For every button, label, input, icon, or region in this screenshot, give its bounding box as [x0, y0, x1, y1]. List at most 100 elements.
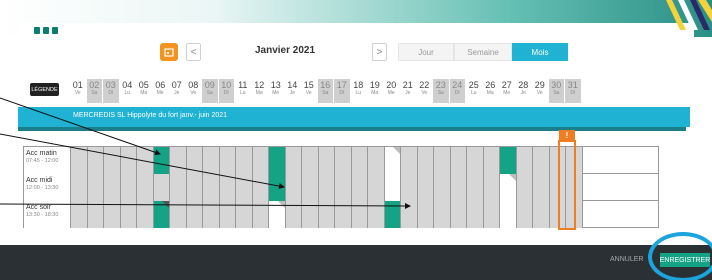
slot-cell[interactable] [335, 201, 352, 228]
slot-cell[interactable] [170, 174, 187, 201]
slot-cell[interactable] [87, 147, 104, 174]
slot-cell[interactable] [120, 147, 137, 174]
slot-cell[interactable] [516, 201, 533, 228]
slot-cell[interactable] [401, 174, 418, 201]
slot-cell[interactable] [318, 201, 335, 228]
day-header-cell: 06 Me [153, 79, 169, 103]
slot-cell[interactable] [236, 174, 253, 201]
slot-cell[interactable] [170, 147, 187, 174]
slot-cell[interactable] [104, 174, 121, 201]
slot-cell[interactable] [71, 147, 88, 174]
slot-cell[interactable] [450, 174, 467, 201]
view-month-tab[interactable]: Mois [512, 43, 568, 61]
slot-cell[interactable] [219, 147, 236, 174]
slot-cell[interactable] [269, 201, 286, 228]
slot-cell[interactable] [335, 147, 352, 174]
slot-cell[interactable] [302, 147, 319, 174]
slot-cell[interactable] [203, 201, 220, 228]
slot-cell[interactable] [351, 174, 368, 201]
day-weekday: Ma [255, 90, 263, 96]
slot-cell[interactable] [401, 147, 418, 174]
slot-cell[interactable] [384, 201, 401, 228]
slot-cell[interactable] [318, 174, 335, 201]
slot-cell[interactable] [71, 201, 88, 228]
slot-cell[interactable] [203, 147, 220, 174]
slot-cell[interactable] [351, 201, 368, 228]
slot-cell[interactable] [351, 147, 368, 174]
slot-cell[interactable] [269, 147, 286, 174]
slot-cell[interactable] [384, 174, 401, 201]
slot-cell[interactable] [417, 174, 434, 201]
slot-cell[interactable] [401, 201, 418, 228]
slot-cell[interactable] [450, 147, 467, 174]
slot-cell[interactable] [368, 174, 385, 201]
slot-cell[interactable] [104, 201, 121, 228]
slot-cell[interactable] [153, 174, 170, 201]
slot-cell[interactable] [236, 201, 253, 228]
view-day-tab[interactable]: Jour [398, 43, 454, 61]
slot-cell[interactable] [434, 201, 451, 228]
slot-cell[interactable] [87, 174, 104, 201]
slot-cell[interactable] [500, 147, 517, 174]
slot-cell[interactable] [137, 147, 154, 174]
legend-button[interactable]: LÉGENDE [30, 83, 59, 96]
day-header-cell: 03 Di [103, 79, 120, 103]
slot-cell[interactable] [137, 201, 154, 228]
slot-cell[interactable] [170, 201, 187, 228]
next-month-button[interactable]: > [372, 43, 387, 61]
slot-cell[interactable] [236, 147, 253, 174]
slot-cell[interactable] [417, 147, 434, 174]
slot-cell[interactable] [384, 147, 401, 174]
slot-cell[interactable] [533, 201, 550, 228]
slot-cell[interactable] [252, 174, 269, 201]
slot-cell[interactable] [302, 174, 319, 201]
slot-cell[interactable] [450, 201, 467, 228]
slot-cell[interactable] [71, 174, 88, 201]
slot-cell[interactable] [483, 174, 500, 201]
slot-cell[interactable] [252, 147, 269, 174]
prev-month-button[interactable]: < [186, 43, 201, 61]
slot-cell[interactable] [153, 147, 170, 174]
slot-cell[interactable] [104, 147, 121, 174]
slot-cell[interactable] [87, 201, 104, 228]
slot-cell[interactable] [285, 174, 302, 201]
slot-cell[interactable] [153, 201, 170, 228]
slot-cell[interactable] [417, 201, 434, 228]
slot-cell[interactable] [434, 174, 451, 201]
slot-cell[interactable] [368, 201, 385, 228]
slot-cell[interactable] [203, 174, 220, 201]
slot-cell[interactable] [219, 174, 236, 201]
slot-cell[interactable] [500, 201, 517, 228]
day-header-cell: 30 Sa [548, 79, 565, 103]
calendar-picker-button[interactable] [160, 43, 178, 61]
slot-cell[interactable] [434, 147, 451, 174]
slot-cell[interactable] [285, 147, 302, 174]
slot-cell[interactable] [533, 174, 550, 201]
slot-cell[interactable] [467, 174, 484, 201]
day-weekday: Ma [371, 90, 379, 96]
slot-cell[interactable] [137, 174, 154, 201]
slot-cell[interactable] [285, 201, 302, 228]
slot-cell[interactable] [219, 201, 236, 228]
slot-cell[interactable] [467, 201, 484, 228]
slot-cell[interactable] [533, 147, 550, 174]
slot-cell[interactable] [500, 174, 517, 201]
slot-cell[interactable] [302, 201, 319, 228]
slot-cell[interactable] [269, 174, 286, 201]
slot-cell[interactable] [483, 201, 500, 228]
slot-cell[interactable] [120, 201, 137, 228]
slot-cell[interactable] [335, 174, 352, 201]
slot-cell[interactable] [186, 174, 203, 201]
slot-cell[interactable] [252, 201, 269, 228]
slot-cell[interactable] [318, 147, 335, 174]
cancel-button[interactable]: ANNULER [610, 256, 643, 263]
slot-cell[interactable] [483, 147, 500, 174]
slot-cell[interactable] [186, 201, 203, 228]
slot-cell[interactable] [368, 147, 385, 174]
view-week-tab[interactable]: Semaine [454, 43, 512, 61]
slot-cell[interactable] [467, 147, 484, 174]
slot-cell[interactable] [516, 174, 533, 201]
slot-cell[interactable] [186, 147, 203, 174]
slot-cell[interactable] [516, 147, 533, 174]
slot-cell[interactable] [120, 174, 137, 201]
